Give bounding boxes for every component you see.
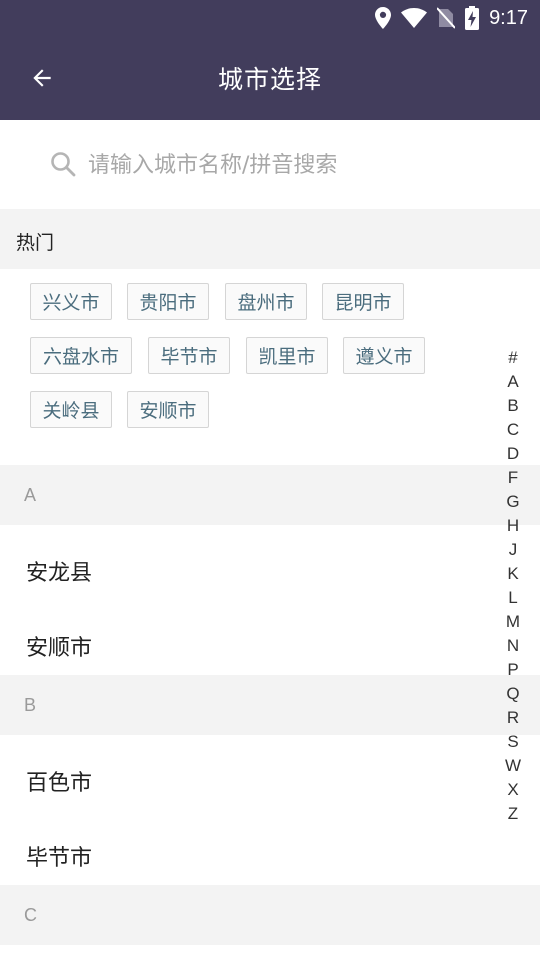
city-list-item[interactable]: 百色市 bbox=[0, 735, 540, 810]
index-letter[interactable]: G bbox=[496, 490, 530, 514]
city-list-item[interactable]: 毕节市 bbox=[0, 810, 540, 885]
index-letter[interactable]: H bbox=[496, 514, 530, 538]
city-name: 毕节市 bbox=[26, 846, 93, 871]
index-letter[interactable]: C bbox=[496, 418, 530, 442]
hot-cities-title: 热门 bbox=[16, 232, 55, 254]
section-letter: A bbox=[24, 485, 37, 505]
app-bar: 9:17 城市选择 bbox=[0, 0, 540, 120]
page-title: 城市选择 bbox=[217, 65, 322, 94]
city-name: 安顺市 bbox=[26, 636, 93, 661]
status-time: 9:17 bbox=[489, 6, 528, 29]
section-header-c: C bbox=[0, 885, 540, 945]
toolbar: 城市选择 bbox=[0, 36, 540, 120]
hot-city-chip[interactable]: 毕节市 bbox=[148, 337, 230, 374]
index-letter[interactable]: D bbox=[496, 442, 530, 466]
alphabet-index-bar[interactable]: # A B C D F G H J K L M N P Q R S W X Z bbox=[496, 346, 530, 826]
location-icon bbox=[375, 7, 392, 29]
hot-city-chip[interactable]: 六盘水市 bbox=[30, 337, 132, 374]
index-letter[interactable]: Z bbox=[496, 802, 530, 826]
index-letter[interactable]: J bbox=[496, 538, 530, 562]
status-bar: 9:17 bbox=[0, 0, 540, 36]
index-letter[interactable]: R bbox=[496, 706, 530, 730]
index-letter[interactable]: W bbox=[496, 754, 530, 778]
section-header-a: A bbox=[0, 465, 540, 525]
hot-city-chip[interactable]: 贵阳市 bbox=[127, 283, 209, 320]
section-letter: B bbox=[24, 695, 37, 715]
index-letter[interactable]: Q bbox=[496, 682, 530, 706]
hot-city-chip[interactable]: 关岭县 bbox=[30, 391, 112, 428]
hot-city-chip[interactable]: 安顺市 bbox=[127, 391, 209, 428]
hot-city-chip[interactable]: 盘州市 bbox=[225, 283, 307, 320]
index-letter[interactable]: N bbox=[496, 634, 530, 658]
hot-city-chip[interactable]: 兴义市 bbox=[30, 283, 112, 320]
hot-city-chip[interactable]: 凯里市 bbox=[246, 337, 328, 374]
battery-charging-icon bbox=[465, 6, 480, 30]
search-input[interactable] bbox=[88, 144, 508, 186]
hot-cities-header: 热门 bbox=[0, 209, 540, 269]
section-letter: C bbox=[24, 905, 37, 925]
index-letter[interactable]: B bbox=[496, 394, 530, 418]
city-list-item[interactable]: 安顺市 bbox=[0, 600, 540, 675]
city-name: 百色市 bbox=[26, 771, 93, 796]
index-letter[interactable]: P bbox=[496, 658, 530, 682]
city-name: 安龙县 bbox=[26, 561, 93, 586]
search-icon bbox=[50, 151, 76, 181]
index-letter[interactable]: L bbox=[496, 586, 530, 610]
no-sim-icon bbox=[437, 7, 456, 29]
wifi-icon bbox=[401, 8, 428, 28]
index-letter[interactable]: M bbox=[496, 610, 530, 634]
index-letter[interactable]: S bbox=[496, 730, 530, 754]
hot-city-chip[interactable]: 昆明市 bbox=[322, 283, 404, 320]
hot-city-chip[interactable]: 遵义市 bbox=[343, 337, 425, 374]
index-letter[interactable]: # bbox=[496, 346, 530, 370]
index-letter[interactable]: F bbox=[496, 466, 530, 490]
city-list-item[interactable]: 安龙县 bbox=[0, 525, 540, 600]
index-letter[interactable]: X bbox=[496, 778, 530, 802]
section-header-b: B bbox=[0, 675, 540, 735]
index-letter[interactable]: K bbox=[496, 562, 530, 586]
hot-cities-grid: 兴义市 贵阳市 盘州市 昆明市 六盘水市 毕节市 凯里市 遵义市 关岭县 安顺市 bbox=[0, 269, 540, 465]
index-letter[interactable]: A bbox=[496, 370, 530, 394]
search-bar bbox=[0, 120, 540, 209]
